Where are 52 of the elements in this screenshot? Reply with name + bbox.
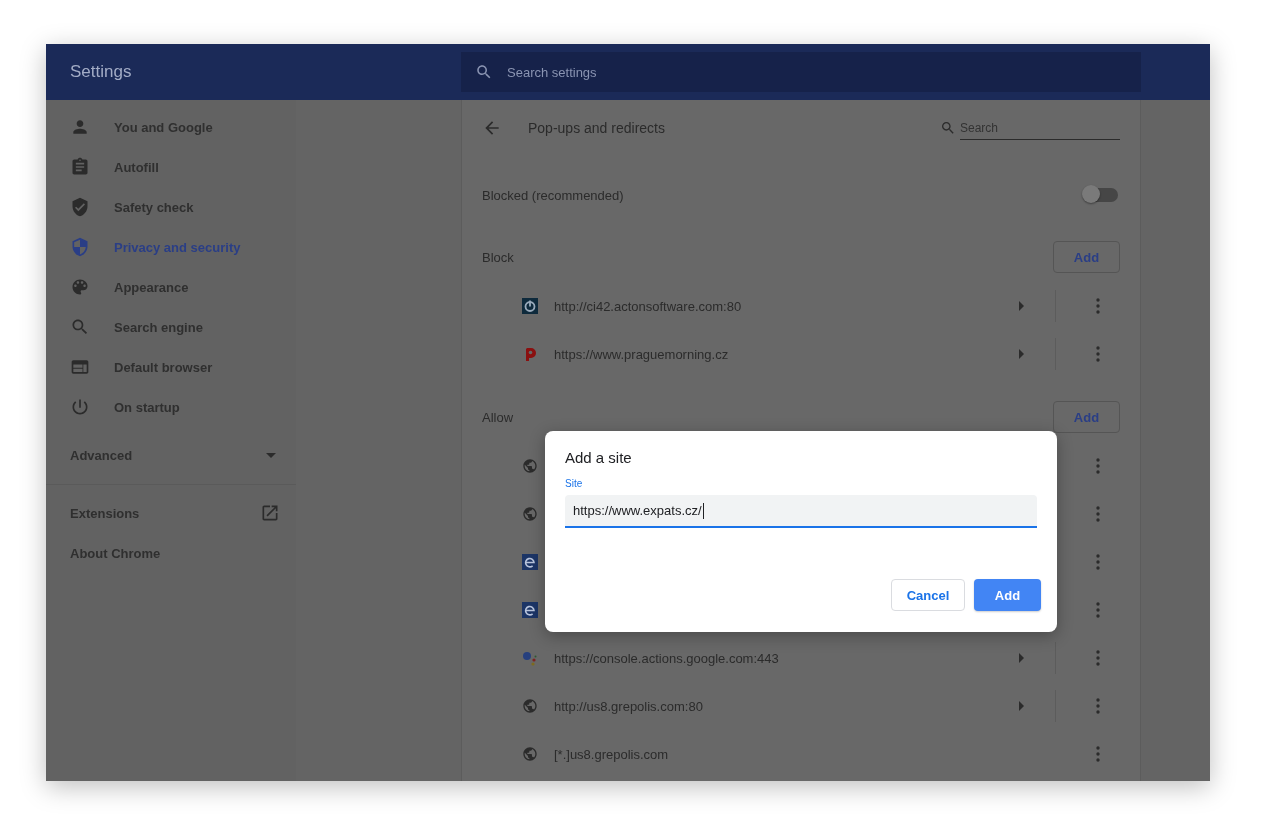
globe-icon — [522, 746, 538, 762]
expand-arrow-icon[interactable] — [1018, 349, 1024, 359]
globe-icon — [522, 458, 538, 474]
search-icon — [940, 120, 956, 136]
power-logo-icon — [522, 298, 538, 314]
search-icon — [70, 317, 90, 337]
toggle-switch[interactable] — [1084, 188, 1118, 202]
site-url: http://us8.grepolis.com:80 — [554, 698, 703, 714]
more-options-icon[interactable] — [1096, 506, 1100, 522]
globe-icon — [522, 506, 538, 522]
colored-dots-icon — [522, 650, 538, 666]
section-heading: Block — [482, 249, 514, 265]
more-options-icon[interactable] — [1096, 746, 1100, 762]
section-heading: Allow — [482, 409, 514, 425]
site-url: [*.]us8.grepolis.com — [554, 746, 669, 762]
expand-arrow-icon[interactable] — [1018, 301, 1024, 311]
more-options-icon[interactable] — [1096, 698, 1100, 714]
field-label: Site — [565, 478, 584, 489]
search-icon — [475, 63, 493, 81]
site-input-field[interactable]: https://www.expats.cz/ — [565, 495, 1037, 528]
square-logo-icon — [522, 602, 538, 618]
cancel-button[interactable]: Cancel — [891, 579, 965, 611]
globe-icon — [522, 698, 538, 714]
clipboard-icon — [70, 157, 90, 177]
app-title: Settings — [70, 62, 132, 81]
dialog-title: Add a site — [565, 449, 633, 466]
expand-arrow-icon[interactable] — [1018, 701, 1024, 711]
power-icon — [70, 397, 90, 417]
expand-arrow-icon[interactable] — [1018, 653, 1024, 663]
caret-icon — [266, 452, 276, 458]
external-link-icon — [260, 503, 280, 523]
more-options-icon[interactable] — [1096, 346, 1100, 362]
site-url: https://www.praguemorning.cz — [554, 346, 729, 362]
more-options-icon[interactable] — [1096, 554, 1100, 570]
page-title: Pop-ups and redirects — [528, 120, 666, 136]
more-options-icon[interactable] — [1096, 602, 1100, 618]
shield-icon — [70, 237, 90, 257]
palette-icon — [70, 277, 90, 297]
more-options-icon[interactable] — [1096, 298, 1100, 314]
browser-window-icon — [70, 357, 90, 377]
add-button[interactable]: Add — [974, 579, 1041, 611]
add-button[interactable]: Add — [1053, 241, 1120, 273]
site-url: https://console.actions.google.com:443 — [554, 650, 779, 666]
setting-label: Blocked (recommended) — [482, 187, 624, 203]
search-settings-field[interactable]: Search settings — [461, 52, 1141, 92]
add-button[interactable]: Add — [1053, 401, 1120, 433]
sidebar-item[interactable]: Privacy and security — [46, 227, 296, 267]
square-logo-icon — [522, 554, 538, 570]
more-options-icon[interactable] — [1096, 650, 1100, 666]
site-url: http://ci42.actonsoftware.com:80 — [554, 298, 742, 314]
shield-check-icon — [70, 197, 90, 217]
more-options-icon[interactable] — [1096, 458, 1100, 474]
